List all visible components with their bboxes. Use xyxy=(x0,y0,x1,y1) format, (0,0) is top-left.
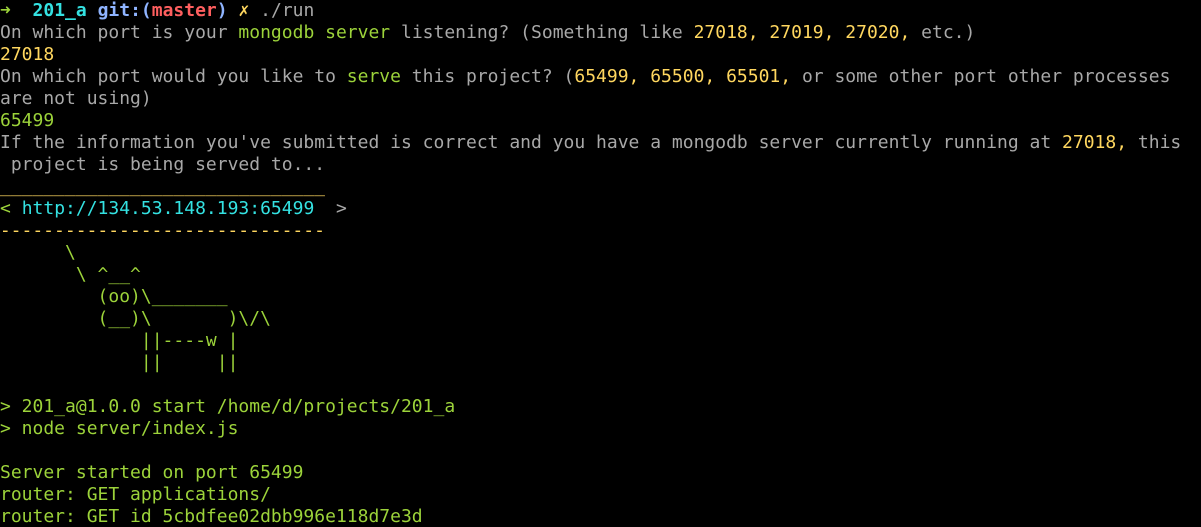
prompt-directory: 201_a xyxy=(32,0,87,21)
info-message-wrap: project is being served to... xyxy=(0,154,326,175)
cowsay-bubble-bottom: ------------------------------ xyxy=(0,220,325,241)
serve-port-answer: 65499 xyxy=(0,110,55,131)
cowsay-bubble-text: < http://134.53.148.193:65499 > xyxy=(0,198,347,219)
npm-node-line: > node server/index.js xyxy=(0,418,239,439)
git-suffix: ) xyxy=(216,0,228,21)
terminal-window[interactable]: ➜ 201_a git:(master) ✗ ./run On which po… xyxy=(0,0,1201,527)
mongodb-port-question: On which port is your mongodb server lis… xyxy=(0,22,976,43)
git-branch: master xyxy=(151,0,217,21)
serve-port-question-wrap: are not using) xyxy=(0,88,152,109)
npm-start-line: > 201_a@1.0.0 start /home/d/projects/201… xyxy=(0,396,456,417)
cowsay-cow-line: ||----w | xyxy=(0,330,239,351)
serve-highlight: serve xyxy=(346,66,401,87)
cowsay-cow-line: (oo)\_______ xyxy=(0,286,228,307)
server-started-log: Server started on port 65499 xyxy=(0,462,304,483)
server-url-link[interactable]: http://134.53.148.193:65499 xyxy=(22,198,315,219)
info-port: 27018, xyxy=(1062,132,1128,153)
prompt-command: ./run xyxy=(260,0,315,21)
git-dirty-icon: ✗ xyxy=(238,0,250,21)
prompt-arrow-icon: ➜ xyxy=(0,0,11,21)
router-log-line: router: GET applications/ xyxy=(0,484,271,505)
info-message: If the information you've submitted is c… xyxy=(0,132,1182,153)
example-ports: 27018, 27019, 27020, xyxy=(693,22,911,43)
cowsay-cow-line: \ ^__^ xyxy=(0,264,141,285)
mongodb-port-answer: 27018 xyxy=(0,44,55,65)
serve-port-question: On which port would you like to serve th… xyxy=(0,66,1171,87)
example-serve-ports: 65499, 65500, 65501, xyxy=(574,66,792,87)
cowsay-cow-line: (__)\ )\/\ xyxy=(0,308,271,329)
cowsay-bubble-top: ______________________________ xyxy=(0,176,325,197)
cowsay-cow-line: \ xyxy=(0,242,76,263)
cowsay-cow-line: || || xyxy=(0,352,239,373)
router-log-line: router: GET id 5cbdfee02dbb996e118d7e3d xyxy=(0,506,423,527)
git-prefix: git:( xyxy=(97,0,152,21)
shell-prompt-line: ➜ 201_a git:(master) ✗ ./run xyxy=(0,0,314,22)
mongodb-server-highlight: mongodb server xyxy=(238,22,391,43)
